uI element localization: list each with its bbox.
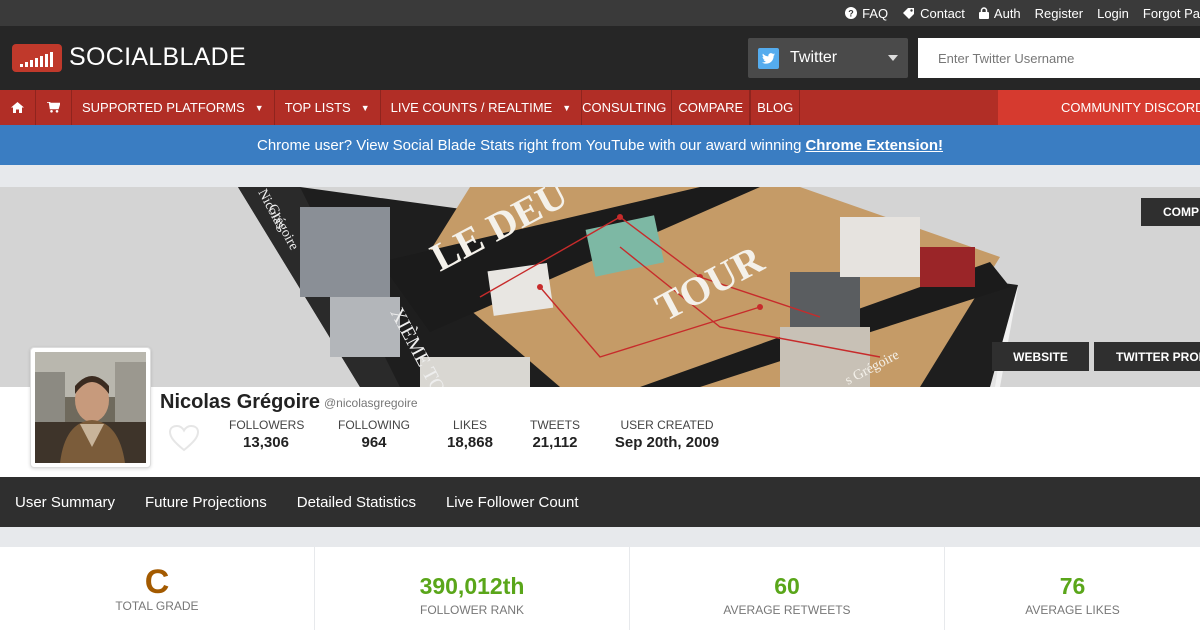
tab-user-summary[interactable]: User Summary: [15, 494, 115, 511]
forgot-password-label: Forgot Pa: [1142, 5, 1200, 21]
register-link[interactable]: Register: [1035, 6, 1083, 21]
profile-subnav: User Summary Future Projections Detailed…: [0, 477, 1200, 527]
forgot-password-link[interactable]: Forgot Pa: [1143, 6, 1200, 21]
twitter-icon: [758, 47, 779, 69]
contact-link[interactable]: Contact: [902, 6, 965, 21]
svg-text:?: ?: [848, 9, 854, 19]
platform-select[interactable]: Twitter: [748, 38, 908, 78]
nav-live-counts-label: LIVE COUNTS / REALTIME: [390, 100, 553, 115]
nav-consulting-label: CONSULTING: [582, 100, 667, 115]
tab-future-projections[interactable]: Future Projections: [145, 494, 267, 511]
stat-value: 21,112: [532, 434, 578, 451]
logo[interactable]: SOCIALBLADE: [12, 43, 246, 72]
chrome-extension-link[interactable]: Chrome Extension!: [805, 137, 943, 154]
faq-link[interactable]: ? FAQ: [845, 6, 888, 21]
card-average-likes: 76 AVERAGE LIKES: [945, 547, 1200, 630]
tab-live-follower-count[interactable]: Live Follower Count: [446, 494, 579, 511]
tab-detailed-statistics[interactable]: Detailed Statistics: [297, 494, 416, 511]
contact-label: Contact: [920, 5, 965, 21]
follower-rank-value: 390,012th: [419, 573, 525, 599]
nav-supported-platforms[interactable]: SUPPORTED PLATFORMS ▼: [72, 90, 275, 125]
top-utility-bar: ? FAQ Contact Auth Register Login Forgot…: [0, 0, 1200, 26]
dropdown-arrow-icon: ▼: [562, 102, 572, 113]
cover-banner: LE DEU TOUR XIÈME TOUR Nicolas Grégoire …: [0, 187, 1200, 387]
auth-link[interactable]: Auth: [978, 5, 1021, 21]
stat-label: TWEETS: [530, 418, 580, 432]
stat-value: 964: [361, 434, 387, 451]
favorite-heart-icon[interactable]: [168, 424, 200, 457]
login-link[interactable]: Login: [1097, 6, 1129, 21]
twitter-profile-button[interactable]: TWITTER PROF: [1094, 342, 1200, 371]
nav-compare[interactable]: COMPARE: [671, 90, 751, 125]
total-grade-label: TOTAL GRADE: [115, 599, 199, 613]
main-nav: SUPPORTED PLATFORMS ▼ TOP LISTS ▼ LIVE COU…: [0, 90, 1200, 125]
nav-community-discord[interactable]: COMMUNITY DISCORD: [998, 90, 1200, 125]
nav-blog-label: BLOG: [757, 100, 794, 115]
banner-text: Chrome user? View Social Blade Stats rig…: [257, 136, 802, 154]
dropdown-arrow-icon: ▼: [254, 102, 264, 113]
register-label: Register: [1034, 5, 1084, 21]
card-follower-rank: 390,012th FOLLOWER RANK: [315, 547, 629, 630]
nav-home[interactable]: [0, 90, 36, 125]
site-header: SOCIALBLADE Twitter: [0, 26, 1200, 90]
compare-button[interactable]: COMP: [1141, 198, 1200, 226]
profile-name: Nicolas Grégoire: [160, 391, 321, 413]
question-circle-icon: ?: [845, 7, 858, 19]
nav-top-lists[interactable]: TOP LISTS ▼: [275, 90, 381, 125]
signal-bars-icon: [20, 51, 53, 67]
logo-mark: [12, 43, 62, 72]
stat-followers: FOLLOWERS 13,306: [229, 418, 305, 451]
username-search-input[interactable]: [918, 38, 1200, 78]
avatar-photo: [35, 352, 146, 463]
chevron-down-icon: [888, 55, 898, 61]
website-button-label: WEBSITE: [1013, 349, 1068, 364]
home-icon: [11, 102, 24, 113]
login-label: Login: [1097, 5, 1129, 21]
average-retweets-label: AVERAGE RETWEETS: [723, 603, 851, 617]
nav-consulting[interactable]: CONSULTING: [582, 90, 671, 125]
stat-value: 13,306: [243, 434, 289, 451]
average-retweets-value: 60: [774, 573, 800, 599]
stat-label: FOLLOWERS: [229, 418, 305, 432]
auth-label: Auth: [993, 5, 1021, 21]
average-likes-value: 76: [1059, 573, 1086, 599]
faq-label: FAQ: [862, 5, 889, 21]
twitter-profile-button-label: TWITTER PROF: [1116, 349, 1200, 364]
nav-compare-label: COMPARE: [678, 100, 744, 115]
logo-text: SOCIALBLADE: [69, 43, 246, 71]
utility-links: ? FAQ Contact Auth Register Login Forgot…: [831, 0, 1200, 26]
stat-value: 18,868: [447, 434, 493, 451]
card-total-grade: C TOTAL GRADE: [0, 547, 314, 630]
stat-label: USER CREATED: [620, 418, 714, 432]
summary-cards: C TOTAL GRADE 390,012th FOLLOWER RANK 60…: [0, 547, 1200, 630]
stat-likes: LIKES 18,868: [444, 418, 496, 451]
card-average-retweets: 60 AVERAGE RETWEETS: [630, 547, 944, 630]
follower-rank-label: FOLLOWER RANK: [419, 603, 524, 617]
stat-label: FOLLOWING: [338, 418, 411, 432]
compare-button-label: COMP: [1163, 205, 1199, 219]
shopping-cart-icon: [47, 102, 60, 113]
tag-icon: [903, 7, 915, 19]
stat-label: LIKES: [452, 418, 488, 432]
nav-discord-label: COMMUNITY DISCORD: [1061, 100, 1200, 115]
stat-user-created: USER CREATED Sep 20th, 2009: [612, 418, 722, 451]
stat-tweets: TWEETS 21,112: [529, 418, 581, 451]
chrome-extension-banner: Chrome user? View Social Blade Stats rig…: [0, 125, 1200, 165]
nav-blog[interactable]: BLOG: [750, 90, 801, 125]
nav-shop[interactable]: [36, 90, 72, 125]
stat-value: Sep 20th, 2009: [614, 434, 720, 451]
platform-label: Twitter: [790, 49, 838, 66]
lock-icon: [978, 7, 989, 19]
website-button[interactable]: WEBSITE: [992, 342, 1089, 371]
total-grade-value: C: [144, 563, 170, 601]
stat-following: FOLLOWING 964: [338, 418, 410, 451]
avatar: [30, 347, 151, 468]
profile-handle: @nicolasgregoire: [324, 396, 418, 410]
dropdown-arrow-icon: ▼: [360, 102, 370, 113]
nav-live-counts[interactable]: LIVE COUNTS / REALTIME ▼: [381, 90, 583, 125]
nav-supported-platforms-label: SUPPORTED PLATFORMS: [82, 100, 245, 115]
average-likes-label: AVERAGE LIKES: [1025, 603, 1120, 617]
nav-top-lists-label: TOP LISTS: [284, 100, 351, 115]
